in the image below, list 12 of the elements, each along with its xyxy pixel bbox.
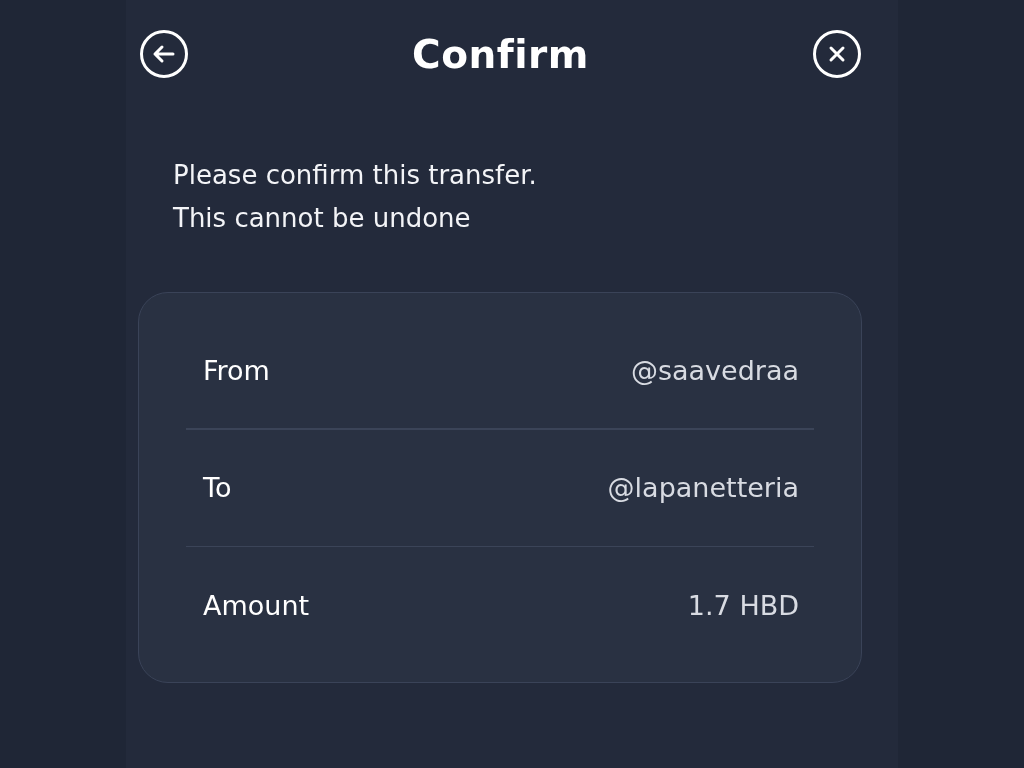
detail-label: To [203,472,232,503]
close-button[interactable] [812,29,862,79]
screen-title: Confirm [412,31,589,77]
detail-value: 1.7 HBD [687,589,799,621]
message-text: This cannot be undone [173,202,471,235]
message-text: Please confirm this transfer. [173,159,537,192]
close-icon [812,29,862,79]
detail-label: Amount [203,589,310,621]
detail-value: @lapanetteria [607,472,799,503]
detail-label: From [203,354,270,386]
back-button[interactable] [139,29,189,79]
detail-value: @saavedraa [630,354,799,386]
